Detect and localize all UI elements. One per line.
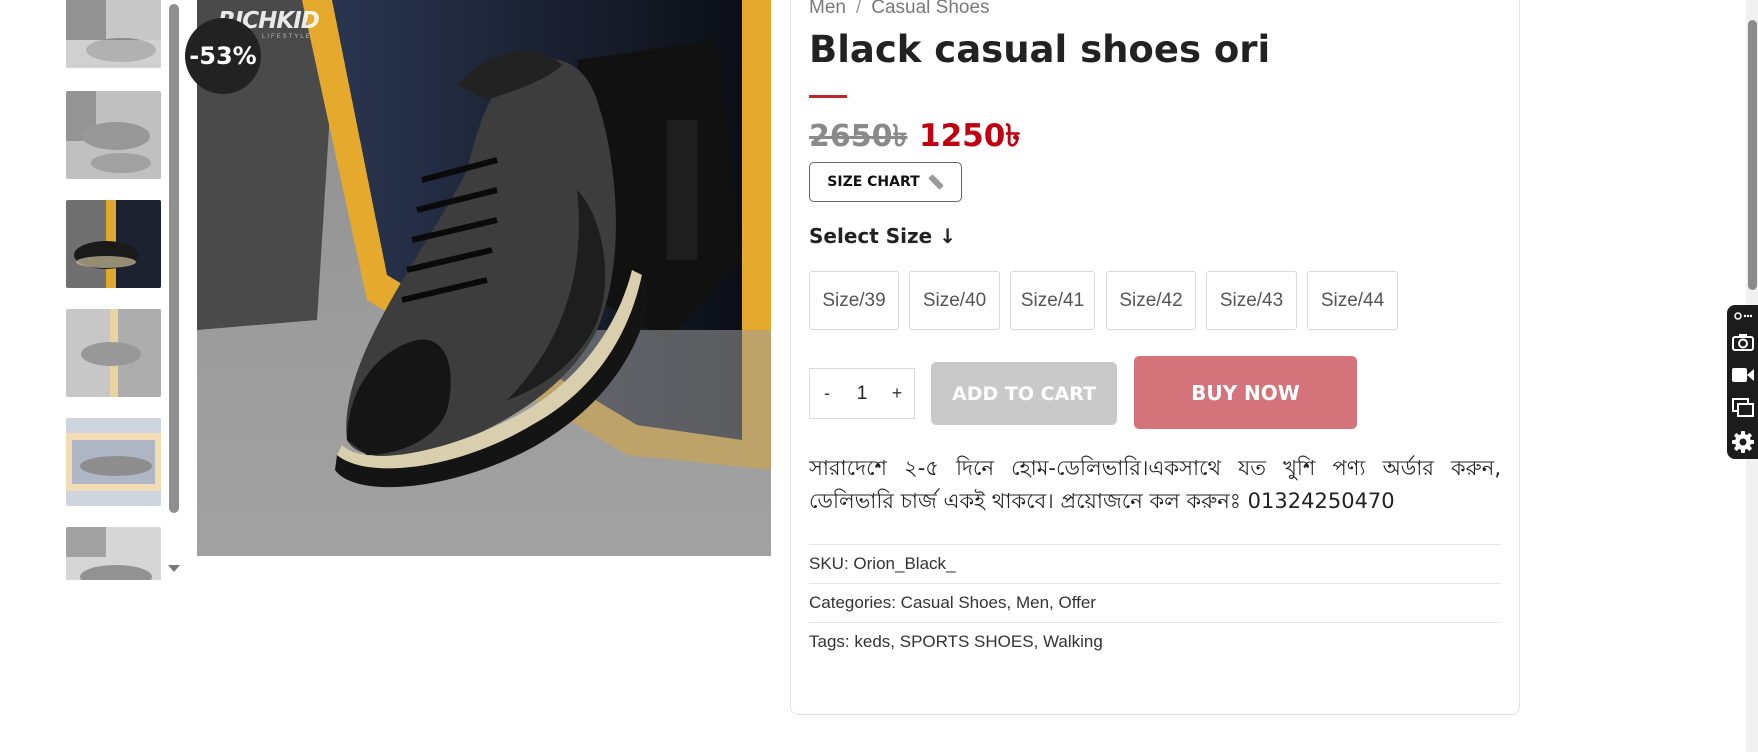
- tags-label: Tags:: [809, 632, 850, 651]
- size-option-44[interactable]: Size/44: [1307, 271, 1398, 330]
- select-size-label: Select Size ↓: [809, 224, 956, 248]
- meta-divider: [809, 544, 1501, 545]
- quantity-decrease-button[interactable]: -: [816, 383, 838, 404]
- camera-icon[interactable]: [1727, 327, 1758, 357]
- thumbnail-scrollbar[interactable]: [168, 4, 180, 577]
- video-icon[interactable]: [1727, 360, 1758, 390]
- meta-divider: [809, 622, 1501, 623]
- size-option-42[interactable]: Size/42: [1106, 271, 1196, 330]
- size-chart-button[interactable]: SIZE CHART: [809, 162, 962, 202]
- sku-row: SKU: Orion_Black_: [809, 554, 955, 574]
- thumbnail-gallery: [66, 0, 162, 580]
- original-price: 2650৳: [809, 119, 908, 154]
- tags-links[interactable]: keds, SPORTS SHOES, Walking: [854, 632, 1102, 651]
- product-title: Black casual shoes ori: [809, 28, 1271, 71]
- thumbnail-1[interactable]: [66, 0, 161, 68]
- quantity-value[interactable]: 1: [857, 383, 868, 405]
- link-icon[interactable]: [1727, 307, 1758, 325]
- floating-toolbar: [1727, 305, 1758, 459]
- breadcrumb: Men / Casual Shoes: [809, 0, 990, 19]
- quantity-increase-button[interactable]: +: [886, 383, 908, 404]
- thumbnail-3[interactable]: [66, 200, 161, 288]
- categories-links[interactable]: Casual Shoes, Men, Offer: [901, 593, 1096, 612]
- thumbnail-5[interactable]: [66, 418, 161, 506]
- thumbnail-2[interactable]: [66, 91, 161, 179]
- breadcrumb-link-men[interactable]: Men: [809, 0, 846, 18]
- tags-row: Tags: keds, SPORTS SHOES, Walking: [809, 632, 1103, 652]
- discount-badge: -53%: [185, 18, 261, 94]
- meta-divider: [809, 583, 1501, 584]
- add-to-cart-button[interactable]: ADD TO CART: [931, 362, 1117, 425]
- delivery-note: সারাদেশে ২-৫ দিনে হোম-ডেলিভারি।একসাথে যত…: [809, 456, 1501, 513]
- quantity-stepper: - 1 +: [809, 368, 915, 419]
- buy-now-button[interactable]: BUY NOW: [1134, 356, 1357, 429]
- gear-icon[interactable]: [1727, 426, 1758, 458]
- scroll-down-arrow-icon[interactable]: [168, 565, 180, 572]
- brand-logo-subtitle: LIFESTYLE: [262, 34, 312, 40]
- screens-icon[interactable]: [1727, 393, 1758, 423]
- ruler-icon: [927, 174, 944, 190]
- sku-label: SKU:: [809, 554, 849, 573]
- categories-row: Categories: Casual Shoes, Men, Offer: [809, 593, 1096, 613]
- size-option-39[interactable]: Size/39: [809, 271, 899, 330]
- breadcrumb-link-casual-shoes[interactable]: Casual Shoes: [871, 0, 989, 18]
- title-divider: [809, 95, 847, 98]
- categories-label: Categories:: [809, 593, 896, 612]
- main-product-image[interactable]: [197, 0, 771, 556]
- size-option-41[interactable]: Size/41: [1010, 271, 1095, 330]
- page-scrollbar-thumb[interactable]: [1748, 20, 1757, 290]
- sku-value: Orion_Black_: [853, 554, 956, 573]
- size-option-40[interactable]: Size/40: [909, 271, 1000, 330]
- thumbnail-4[interactable]: [66, 309, 161, 397]
- thumbnail-scrollbar-thumb[interactable]: [169, 4, 179, 513]
- thumbnail-6[interactable]: [66, 527, 161, 580]
- breadcrumb-separator: /: [855, 0, 862, 18]
- size-option-43[interactable]: Size/43: [1206, 271, 1297, 330]
- sale-price: 1250৳: [919, 118, 1021, 154]
- size-chart-label: SIZE CHART: [827, 174, 920, 190]
